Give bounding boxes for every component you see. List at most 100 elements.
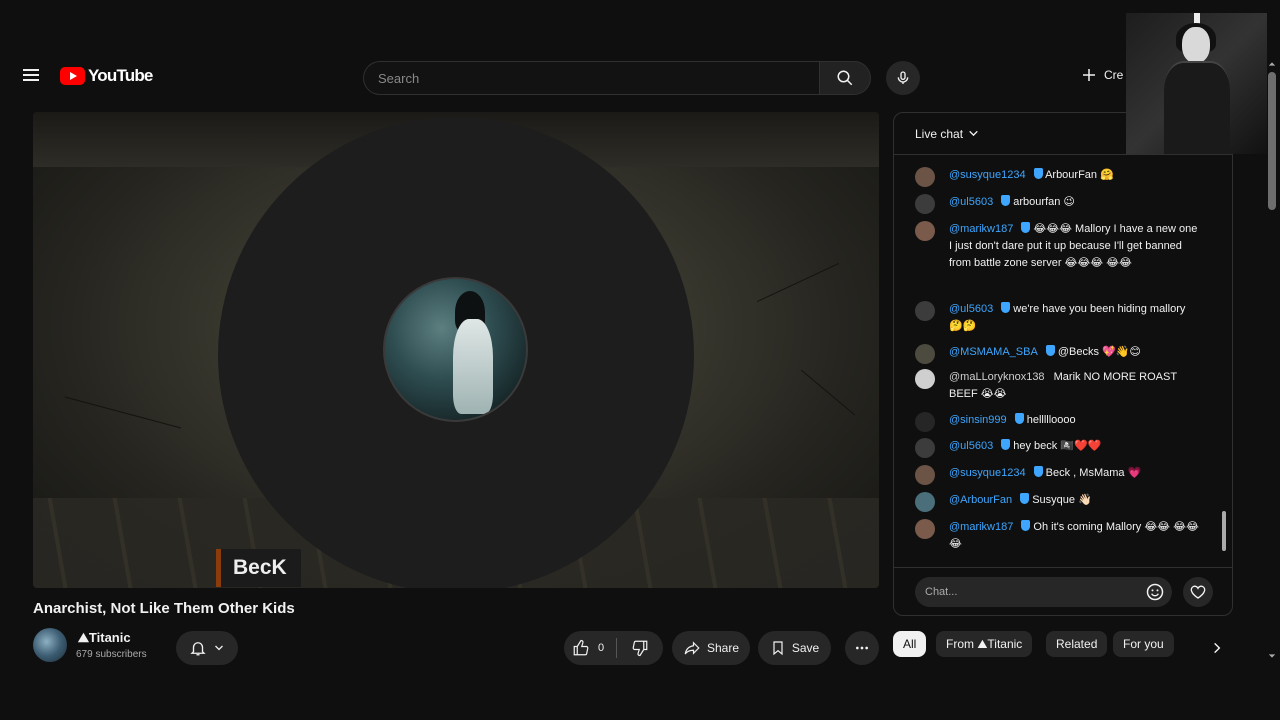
- chat-username[interactable]: @ul5603: [949, 196, 993, 208]
- verified-badge-icon: [1021, 520, 1031, 531]
- voice-search-button[interactable]: [886, 61, 920, 95]
- chat-avatar[interactable]: [915, 221, 935, 241]
- scroll-down-arrow-icon[interactable]: [1268, 652, 1276, 660]
- chat-input[interactable]: Chat...: [915, 577, 1172, 607]
- chat-avatar[interactable]: [915, 519, 935, 539]
- like-button[interactable]: 0: [564, 631, 616, 665]
- heart-reaction-button[interactable]: [1183, 577, 1213, 607]
- share-button[interactable]: Share: [672, 631, 750, 665]
- chat-avatar[interactable]: [915, 167, 935, 187]
- video-player[interactable]: BecK: [33, 112, 879, 588]
- subscribed-notifications-button[interactable]: [176, 631, 238, 665]
- chat-input-placeholder: Chat...: [925, 586, 958, 598]
- more-horizontal-icon: [856, 646, 868, 650]
- chat-message: @sinsin999 hellllloooo: [915, 412, 1200, 432]
- wall-crack: [757, 263, 839, 302]
- chat-text: ArbourFan 🤗: [1045, 169, 1114, 181]
- verified-badge-icon: [1020, 493, 1030, 504]
- video-title: Anarchist, Not Like Them Other Kids: [33, 600, 295, 617]
- scroll-up-arrow-icon[interactable]: [1268, 60, 1276, 68]
- chevron-right-icon: [1214, 642, 1221, 654]
- chat-scrollbar[interactable]: [1222, 511, 1226, 551]
- chat-username[interactable]: @susyque1234: [949, 467, 1026, 479]
- chip-from-channel[interactable]: From ⛰Titanic: [936, 631, 1033, 657]
- search-input[interactable]: [364, 62, 819, 94]
- chat-username[interactable]: @maLLoryknox138: [949, 371, 1045, 383]
- channel-name[interactable]: ⛰Titanic: [78, 630, 131, 646]
- like-count: 0: [598, 642, 605, 654]
- menu-icon[interactable]: [20, 66, 42, 88]
- chat-username[interactable]: @marikw187: [949, 223, 1013, 235]
- chat-text: hey beck 🏴‍☠️❤️❤️: [1013, 440, 1102, 452]
- verified-badge-icon: [1033, 466, 1043, 477]
- share-icon: [684, 641, 700, 655]
- chat-username[interactable]: @marikw187: [949, 521, 1013, 533]
- chat-avatar[interactable]: [915, 194, 935, 214]
- picture-in-picture-player[interactable]: [1126, 13, 1267, 154]
- chat-username[interactable]: @ul5603: [949, 440, 993, 452]
- thumbs-down-icon: [632, 640, 648, 657]
- chat-message: @ul5603 we're have you been hiding mallo…: [915, 301, 1200, 335]
- chip-for-you[interactable]: For you: [1113, 631, 1174, 657]
- chip-all[interactable]: All: [893, 631, 927, 657]
- verified-badge-icon: [1001, 302, 1011, 313]
- chat-text: arbourfan 😉: [1013, 196, 1075, 208]
- save-button[interactable]: Save: [758, 631, 831, 665]
- create-label: Cre: [1104, 68, 1124, 82]
- heart-icon: [1190, 585, 1206, 599]
- dislike-button[interactable]: [617, 631, 663, 665]
- chat-text: @Becks 💖👋😊: [1057, 346, 1141, 358]
- chat-username[interactable]: @susyque1234: [949, 169, 1026, 181]
- chat-messages[interactable]: @susyque1234 ArbourFan 🤗 @ul5603 arbourf…: [894, 155, 1232, 568]
- bookmark-icon: [773, 641, 783, 656]
- chips-next-button[interactable]: [1205, 636, 1229, 660]
- channel-avatar[interactable]: [33, 628, 67, 662]
- chat-message: @susyque1234 Beck , MsMama 💗: [915, 465, 1200, 485]
- search-button[interactable]: [819, 61, 871, 95]
- chat-avatar[interactable]: [915, 301, 935, 321]
- thumbs-up-icon: [573, 639, 589, 656]
- chat-message: @MSMAMA_SBA @Becks 💖👋😊: [915, 344, 1200, 364]
- chat-username[interactable]: @MSMAMA_SBA: [949, 346, 1038, 358]
- verified-badge-icon: [1033, 168, 1043, 179]
- chat-avatar[interactable]: [915, 412, 935, 432]
- chat-avatar[interactable]: [915, 492, 935, 512]
- chat-message: @susyque1234 ArbourFan 🤗: [915, 167, 1200, 187]
- chat-text: Susyque 👋🏻: [1032, 494, 1092, 506]
- subscriber-count: 679 subscribers: [76, 649, 147, 660]
- chat-username[interactable]: @ArbourFan: [949, 494, 1012, 506]
- chevron-down-icon: [969, 130, 978, 137]
- save-label: Save: [791, 641, 820, 655]
- album-art: [383, 277, 528, 422]
- chat-message: @ArbourFan Susyque 👋🏻: [915, 492, 1200, 512]
- chat-text: hellllloooo: [1026, 414, 1076, 426]
- search-icon: [837, 70, 853, 86]
- verified-badge-icon: [1001, 439, 1011, 450]
- emoji-icon[interactable]: [1145, 582, 1165, 602]
- youtube-play-icon: [60, 67, 85, 85]
- bell-icon: [190, 642, 206, 656]
- share-label: Share: [706, 641, 740, 655]
- logo-text: YouTube: [88, 66, 153, 85]
- youtube-logo[interactable]: YouTube: [60, 66, 153, 86]
- wall-crack: [64, 396, 182, 429]
- chat-avatar[interactable]: [915, 465, 935, 485]
- chat-username[interactable]: @ul5603: [949, 303, 993, 315]
- live-chat-panel: Live chat @susyque1234 ArbourFan 🤗 @ul56…: [893, 112, 1233, 616]
- microphone-icon: [897, 71, 909, 84]
- chat-avatar[interactable]: [915, 438, 935, 458]
- chat-avatar[interactable]: [915, 344, 935, 364]
- chat-avatar[interactable]: [915, 369, 935, 389]
- verified-badge-icon: [1001, 195, 1011, 206]
- chevron-down-icon: [215, 645, 223, 651]
- create-button[interactable]: Cre: [1080, 66, 1123, 84]
- pip-figure-body: [1164, 61, 1230, 154]
- plus-icon: [1083, 69, 1095, 81]
- chip-related[interactable]: Related: [1046, 631, 1108, 657]
- chat-message: @ul5603 hey beck 🏴‍☠️❤️❤️: [915, 438, 1200, 458]
- page-scrollbar[interactable]: [1268, 72, 1276, 210]
- chat-username[interactable]: @sinsin999: [949, 414, 1007, 426]
- more-actions-button[interactable]: [845, 631, 879, 665]
- chat-input-bar: Chat...: [894, 567, 1232, 615]
- search-box: [363, 61, 819, 95]
